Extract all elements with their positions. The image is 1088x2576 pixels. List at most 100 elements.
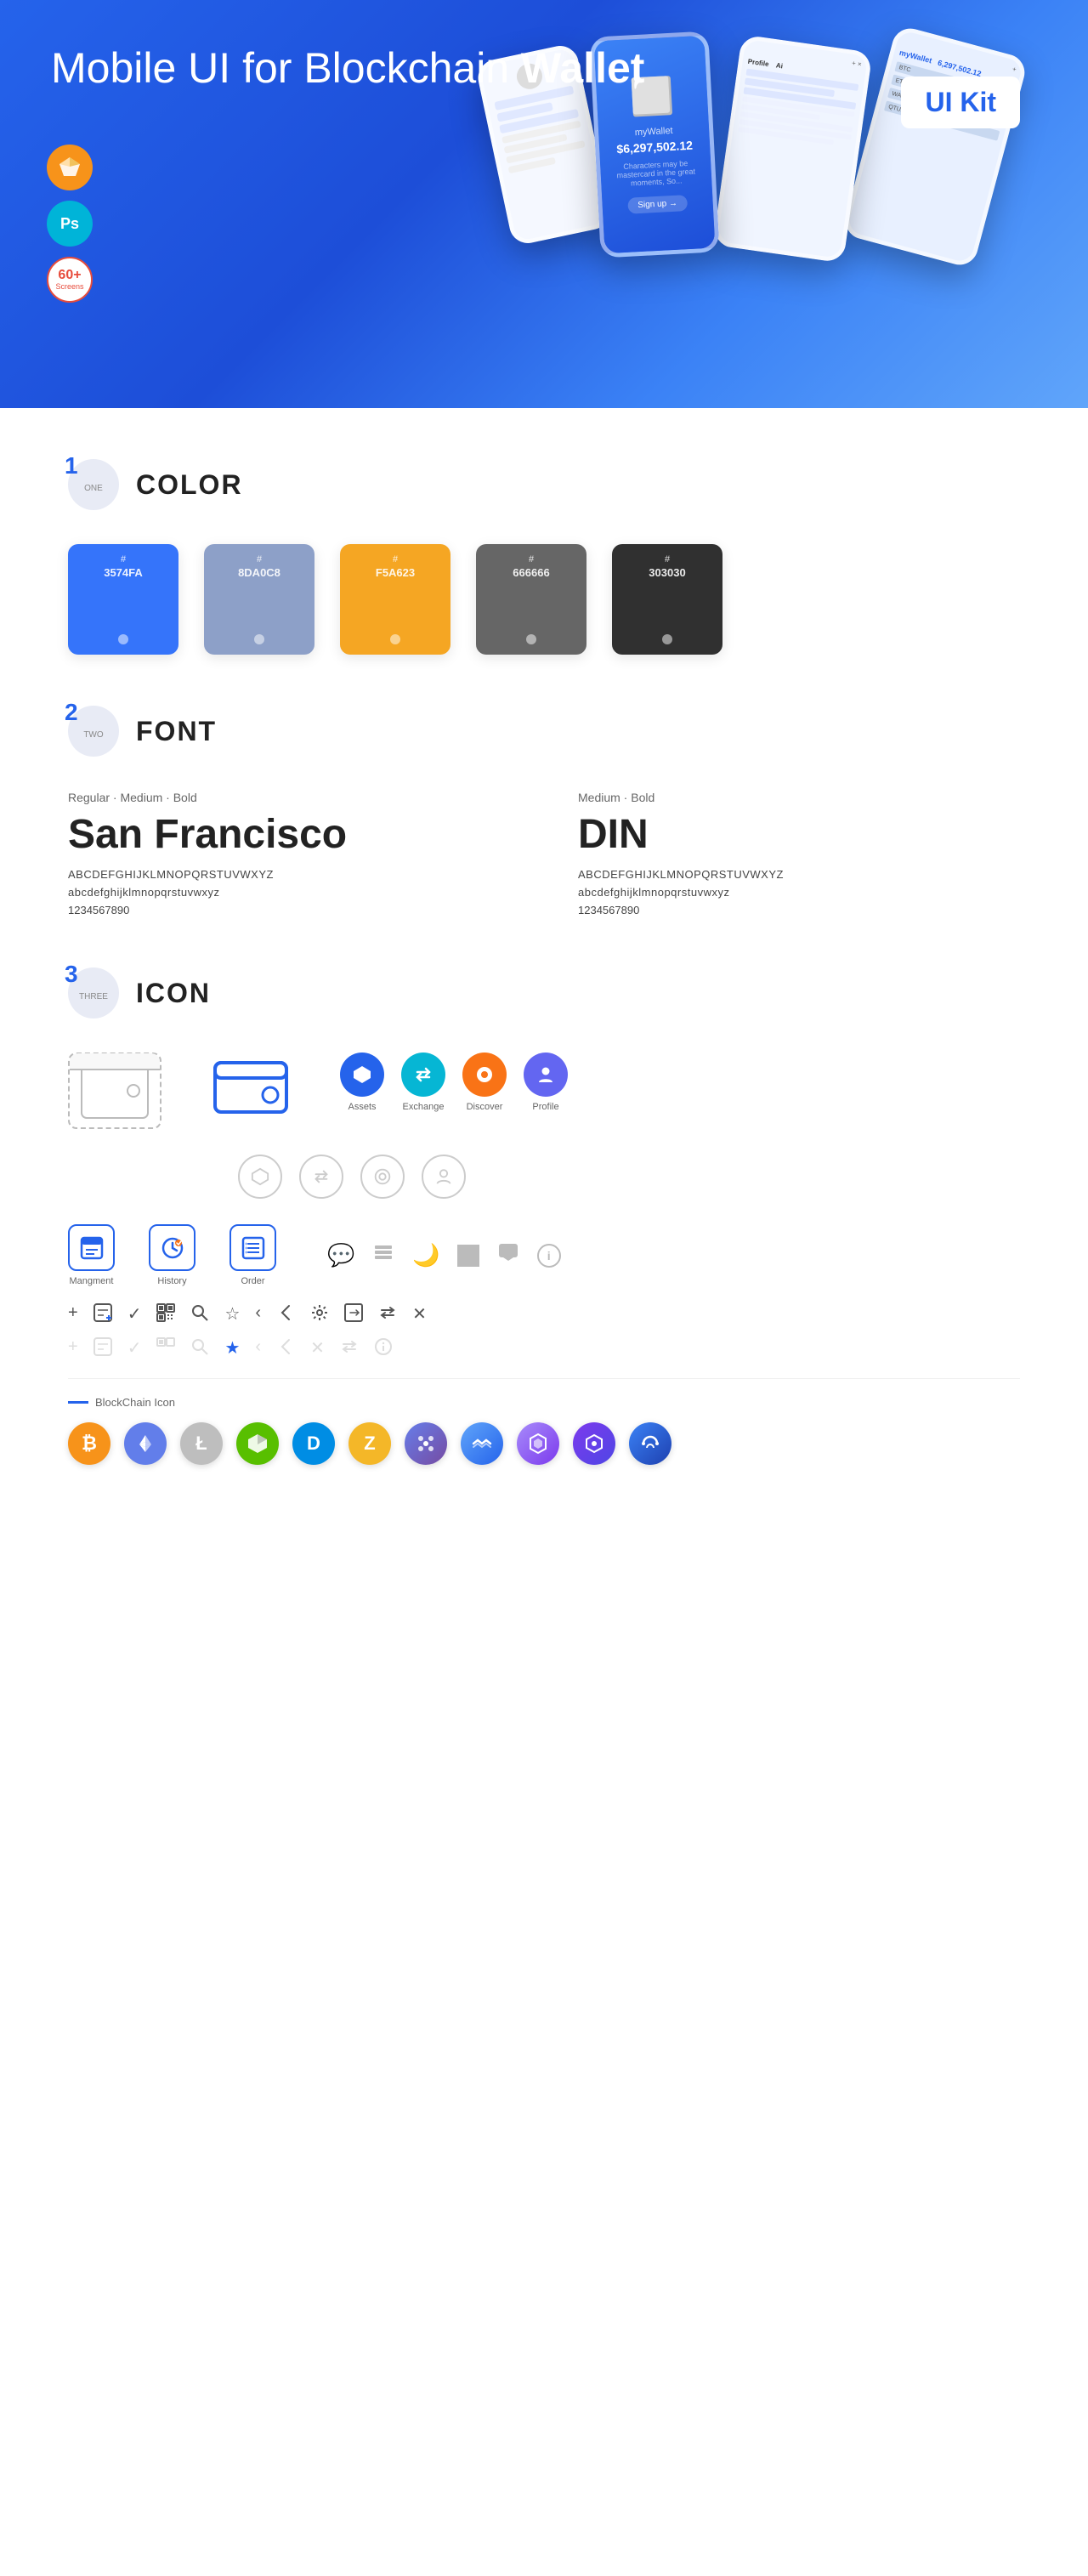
font-block-sf: Regular · Medium · Bold San Francisco AB… (68, 791, 510, 916)
discover-icon-item: Discover (462, 1053, 507, 1112)
colored-icons-group: Assets Exchange (340, 1053, 568, 1112)
font-numbers-din: 1234567890 (578, 904, 1020, 916)
poly-icon (573, 1422, 615, 1465)
photoshop-badge: Ps (47, 201, 93, 247)
chat-icon (496, 1240, 520, 1270)
profile-label: Profile (532, 1102, 558, 1112)
swatch-blue: # 3574FA (68, 544, 178, 655)
hero-badges: Ps 60+ Screens (47, 145, 93, 303)
back-icon-muted: ‹ (255, 1337, 261, 1361)
assets-icon-item: Assets (340, 1053, 384, 1112)
wallet-blue-icon (212, 1053, 289, 1116)
section-number-3: 3 THREE (68, 967, 119, 1018)
wallet-svg-icon (212, 1053, 289, 1116)
crypto-icons-row: ₿ Ł (68, 1422, 1020, 1465)
exchange-icon (412, 1064, 434, 1086)
neo-icon (236, 1422, 279, 1465)
bitcoin-icon: ₿ (68, 1422, 110, 1465)
plus-icon-muted: + (68, 1337, 78, 1361)
swatch-orange: # F5A623 (340, 544, 450, 655)
util-icons-section: + ✓ (68, 1303, 1020, 1361)
assets-label: Assets (348, 1102, 376, 1112)
dash-icon: D (292, 1422, 335, 1465)
management-icon-item: Mangment (68, 1224, 115, 1286)
plus-icon: + (68, 1303, 78, 1327)
section-number-1: 1 ONE (68, 459, 119, 510)
discover-icon (473, 1064, 496, 1086)
qr-icon-muted (156, 1337, 175, 1361)
wallet-wireframe-icon (68, 1053, 162, 1129)
circle-icon (457, 1245, 479, 1267)
font-blocks: Regular · Medium · Bold San Francisco AB… (68, 791, 1020, 916)
zcash-icon: Z (348, 1422, 391, 1465)
misc-icons-row: 💬 🌙 i (327, 1240, 561, 1270)
close-icon: ✕ (412, 1303, 427, 1327)
font-section-header: 2 TWO FONT (68, 706, 1020, 757)
font-style-label-sf: Regular · Medium · Bold (68, 791, 510, 804)
share-icon (276, 1303, 295, 1327)
discover-label: Discover (467, 1102, 503, 1112)
back-icon: ‹ (255, 1303, 261, 1327)
main-content: 1 ONE COLOR # 3574FA # 8DA0C8 # F5A623 (0, 408, 1088, 1567)
tool-icons-row-2-muted: + ✓ (68, 1337, 1020, 1361)
profile-outline-icon (422, 1155, 466, 1199)
expand-icon (344, 1303, 363, 1327)
sketch-badge (47, 145, 93, 190)
profile-icon (535, 1064, 557, 1086)
exchange-icon-item: Exchange (401, 1053, 445, 1112)
color-section-header: 1 ONE COLOR (68, 459, 1020, 510)
assets-outline-icon (238, 1155, 282, 1199)
swatch-steel: # 8DA0C8 (204, 544, 314, 655)
swap-icon-muted (340, 1337, 359, 1361)
icon-main-row: Assets Exchange (68, 1053, 1020, 1129)
swatch-dot (390, 634, 400, 644)
hero-text: Mobile UI for Blockchain Wallet (51, 43, 644, 94)
grid-icon (405, 1422, 447, 1465)
swatch-dot (526, 634, 536, 644)
check-icon-muted: ✓ (128, 1337, 142, 1361)
qr-icon (156, 1303, 175, 1327)
star-icon-active: ★ (224, 1337, 240, 1361)
add-list-icon (94, 1303, 112, 1327)
color-section: 1 ONE COLOR # 3574FA # 8DA0C8 # F5A623 (68, 459, 1020, 655)
font-lower-sf: abcdefghijklmnopqrstuvwxyz (68, 886, 510, 899)
order-icon (230, 1224, 276, 1271)
font-block-din: Medium · Bold DIN ABCDEFGHIJKLMNOPQRSTUV… (578, 791, 1020, 916)
font-style-label-din: Medium · Bold (578, 791, 1020, 804)
swatch-dark: # 303030 (612, 544, 722, 655)
font-upper-sf: ABCDEFGHIJKLMNOPQRSTUVWXYZ (68, 868, 510, 881)
swatch-dot (662, 634, 672, 644)
sketch-icon (58, 156, 82, 179)
layers-icon (371, 1240, 395, 1270)
font-numbers-sf: 1234567890 (68, 904, 510, 916)
search-icon (190, 1303, 209, 1327)
history-label: History (157, 1276, 186, 1286)
font-section: 2 TWO FONT Regular · Medium · Bold San F… (68, 706, 1020, 916)
celo-icon (629, 1422, 672, 1465)
ui-kit-badge: UI Kit (901, 77, 1020, 128)
icon-title: ICON (136, 978, 211, 1009)
waves-icon (461, 1422, 503, 1465)
share-icon-muted (276, 1337, 295, 1361)
swatch-dot (254, 634, 264, 644)
swap-icon (378, 1303, 397, 1327)
blockchain-label-text: BlockChain Icon (95, 1396, 175, 1409)
history-icon-item: History (149, 1224, 196, 1286)
settings-icon (310, 1303, 329, 1327)
color-swatches: # 3574FA # 8DA0C8 # F5A623 # 666666 # (68, 544, 1020, 655)
star-icon: ☆ (224, 1303, 240, 1327)
icon-section-header: 3 THREE ICON (68, 967, 1020, 1018)
blockchain-label: BlockChain Icon (68, 1396, 1020, 1409)
addlist-icon-muted (94, 1337, 112, 1361)
litecoin-icon: Ł (180, 1422, 223, 1465)
font-upper-din: ABCDEFGHIJKLMNOPQRSTUVWXYZ (578, 868, 1020, 881)
x-icon-muted: ✕ (310, 1337, 325, 1361)
exchange-outline-icon (299, 1155, 343, 1199)
icon-section: 3 THREE ICON (68, 967, 1020, 1465)
management-label: Mangment (70, 1276, 114, 1286)
exchange-label: Exchange (403, 1102, 445, 1112)
moon-icon: 🌙 (412, 1242, 439, 1268)
font-title: FONT (136, 716, 217, 747)
order-label: Order (241, 1276, 264, 1286)
font-name-sf: San Francisco (68, 811, 510, 858)
